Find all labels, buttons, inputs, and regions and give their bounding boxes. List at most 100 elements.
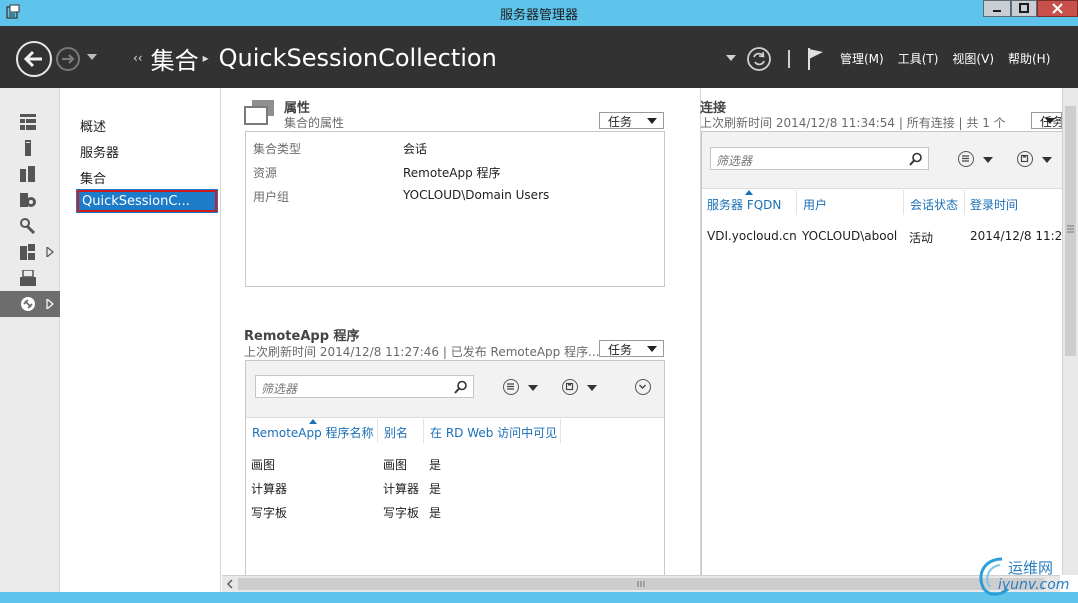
column-separator[interactable]	[964, 190, 965, 215]
header-bar: ‹‹ 集合 ▸ QuickSessionCollection 管理(M) 工具(…	[0, 26, 1078, 88]
forward-button[interactable]	[56, 47, 80, 71]
scrollbar-thumb[interactable]	[238, 578, 1044, 590]
menu-manage[interactable]: 管理(M)	[840, 50, 884, 67]
rail-item-rds-role[interactable]	[0, 239, 60, 265]
cell-session-state: 活动	[909, 231, 934, 245]
remoteapp-title: RemoteApp 程序	[244, 329, 360, 344]
expand-arrow-icon[interactable]	[46, 247, 54, 257]
column-header-alias[interactable]: 别名	[384, 424, 408, 441]
column-header-visible-in-rdweb[interactable]: 在 RD Web 访问中可见	[430, 424, 557, 441]
file-storage-icon	[20, 193, 36, 207]
rail-item-remote-desktop-services[interactable]	[0, 291, 60, 317]
save-icon	[1020, 154, 1029, 163]
tree-item-overview[interactable]: 概述	[80, 116, 106, 135]
property-value: YOCLOUD\Domain Users	[403, 188, 550, 202]
arrow-right-icon	[62, 54, 75, 64]
rail-item-local-server[interactable]	[0, 135, 60, 161]
server-manager-window: 服务器管理器 ‹‹ 集合 ▸ QuickSessionCollection 管理…	[0, 0, 1078, 603]
column-header-session-state[interactable]: 会话状态	[910, 196, 958, 213]
iis-icon	[20, 218, 36, 234]
back-button[interactable]	[16, 41, 52, 77]
column-separator[interactable]	[377, 419, 378, 443]
tree-item-collections[interactable]: 集合	[80, 168, 106, 187]
menu-tools[interactable]: 工具(T)	[898, 50, 939, 67]
property-value: RemoteApp 程序	[403, 166, 501, 180]
rail-item-print[interactable]	[0, 265, 60, 291]
remoteapp-subtitle: 上次刷新时间 2014/12/8 11:27:46 | 已发布 RemoteAp…	[244, 345, 600, 359]
connections-box: 筛选器 服务器 FQDN 用户 会话状态 登录时间 VDI.yocloud.cn…	[701, 131, 1074, 575]
scrollbar-thumb[interactable]	[1065, 106, 1076, 356]
close-button[interactable]	[1037, 0, 1078, 17]
dashboard-icon	[20, 114, 36, 130]
rail-item-all-servers[interactable]	[0, 161, 60, 187]
list-view-options-button[interactable]	[958, 151, 974, 167]
connections-subtitle: 上次刷新时间 2014/12/8 11:34:54 | 所有连接 | 共 1 个	[700, 116, 1006, 130]
cell-program-name: 画图	[251, 458, 276, 472]
properties-tasks-button[interactable]: 任务	[599, 112, 664, 129]
column-header-program-name[interactable]: RemoteApp 程序名称	[252, 424, 374, 441]
save-query-button[interactable]	[562, 379, 578, 395]
column-header-user[interactable]: 用户	[803, 196, 827, 213]
save-query-button[interactable]	[1017, 151, 1033, 167]
print-icon	[20, 270, 36, 286]
chevron-down-icon[interactable]	[587, 385, 597, 391]
minimize-icon	[993, 10, 1001, 12]
scroll-left-icon[interactable]	[226, 579, 234, 589]
column-separator[interactable]	[423, 419, 424, 443]
tree-item-quicksessioncollection[interactable]: QuickSessionC...	[76, 189, 218, 213]
remoteapp-tasks-button[interactable]: 任务	[599, 340, 664, 357]
minimize-button[interactable]	[983, 0, 1011, 17]
property-label: 资源	[253, 166, 278, 180]
maximize-button[interactable]	[1011, 0, 1037, 17]
expand-arrow-icon[interactable]	[46, 299, 54, 309]
breadcrumb-separator-icon: ▸	[202, 51, 209, 65]
column-separator[interactable]	[903, 190, 904, 215]
chevron-down-icon[interactable]	[528, 385, 538, 391]
rail-item-file-storage[interactable]	[0, 187, 60, 213]
window-bottom-border	[0, 592, 1078, 603]
remoteapp-box: 筛选器 RemoteApp 程序名称 别名 在 RD Web 访问中可见 画图 …	[245, 360, 665, 575]
horizontal-scrollbar[interactable]	[222, 575, 1060, 592]
remoteapp-filter-input[interactable]: 筛选器	[255, 375, 474, 398]
grip-icon	[637, 581, 645, 587]
expand-button[interactable]	[635, 379, 651, 395]
menu-help[interactable]: 帮助(H)	[1008, 50, 1050, 67]
properties-subtitle: 集合的属性	[284, 116, 345, 130]
tree-item-servers[interactable]: 服务器	[80, 142, 119, 161]
chevron-down-icon[interactable]	[87, 54, 97, 62]
cell-visible: 是	[429, 506, 442, 520]
search-icon	[454, 380, 467, 394]
vertical-scrollbar[interactable]	[1062, 88, 1078, 575]
property-label: 用户组	[253, 190, 290, 204]
connections-filter-input[interactable]: 筛选器	[710, 147, 929, 170]
chevron-down-icon[interactable]	[983, 157, 993, 163]
refresh-icon[interactable]	[746, 46, 772, 72]
chevron-down-icon[interactable]	[1042, 157, 1052, 163]
menu-view[interactable]: 视图(V)	[952, 50, 994, 67]
chevron-down-icon[interactable]	[726, 55, 736, 63]
connections-tasks-button[interactable]: 任务	[1031, 112, 1062, 129]
notifications-flag-icon[interactable]	[806, 46, 826, 72]
filter-placeholder: 筛选器	[261, 382, 298, 396]
list-view-options-button[interactable]	[503, 379, 519, 395]
column-header-logon-time[interactable]: 登录时间	[970, 196, 1018, 213]
header-tools	[726, 44, 826, 74]
column-separator[interactable]	[560, 419, 561, 443]
column-header-server-fqdn[interactable]: 服务器 FQDN	[707, 196, 781, 213]
save-icon	[565, 382, 574, 391]
window-title: 服务器管理器	[499, 8, 578, 23]
breadcrumb-item-collections[interactable]: 集合	[151, 41, 199, 76]
rail-item-dashboard[interactable]	[0, 109, 60, 135]
search-icon	[909, 152, 922, 166]
arrow-left-icon	[23, 50, 42, 68]
properties-icon	[244, 100, 274, 125]
nav-rail	[0, 88, 60, 603]
list-icon	[962, 155, 969, 162]
watermark-text: 运维网	[1008, 559, 1054, 577]
all-servers-icon	[20, 166, 35, 182]
header-menu: 管理(M) 工具(T) 视图(V) 帮助(H)	[840, 50, 1064, 67]
column-separator[interactable]	[796, 190, 797, 215]
rail-item-iis[interactable]	[0, 213, 60, 239]
breadcrumb-item-current: QuickSessionCollection	[218, 44, 497, 72]
breadcrumb-overflow-icon[interactable]: ‹‹	[133, 51, 143, 65]
